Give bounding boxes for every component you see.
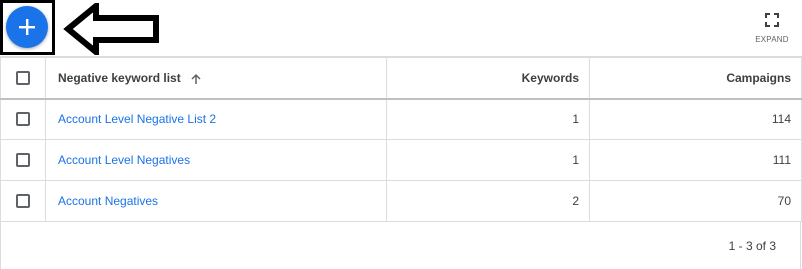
row-checkbox[interactable] [16, 194, 30, 208]
campaigns-count: 111 [589, 139, 802, 181]
table-row: Account Level Negatives 1 111 [0, 139, 802, 181]
list-name-link[interactable]: Account Level Negatives [58, 153, 190, 167]
negative-keyword-table: Negative keyword list Keywords Campaigns… [0, 57, 802, 222]
list-name-cell: Account Level Negative List 2 [45, 98, 387, 140]
column-header-campaigns[interactable]: Campaigns [589, 57, 802, 100]
add-button[interactable] [6, 6, 48, 48]
column-header-campaigns-label: Campaigns [726, 70, 791, 85]
table-toolbar: EXPAND [0, 0, 802, 57]
campaigns-count: 114 [589, 98, 802, 140]
column-header-keywords-label: Keywords [521, 70, 579, 85]
row-checkbox[interactable] [16, 153, 30, 167]
pagination-summary: 1 - 3 of 3 [728, 239, 776, 253]
expand-button[interactable]: EXPAND [752, 10, 792, 50]
annotation-highlight-box [0, 0, 55, 55]
arrow-up-icon [191, 73, 201, 84]
campaigns-count: 70 [589, 180, 802, 222]
table-footer: 1 - 3 of 3 [0, 222, 801, 269]
row-checkbox-cell [0, 98, 46, 140]
column-header-name-label: Negative keyword list [58, 70, 181, 85]
table-row: Account Level Negative List 2 1 114 [0, 98, 802, 140]
keywords-count: 1 [386, 139, 590, 181]
list-name-link[interactable]: Account Negatives [58, 194, 158, 208]
list-name-cell: Account Negatives [45, 180, 387, 222]
select-all-checkbox[interactable] [16, 70, 30, 85]
keywords-count: 2 [386, 180, 590, 222]
row-checkbox-cell [0, 180, 46, 222]
list-name-link[interactable]: Account Level Negative List 2 [58, 112, 216, 126]
arrow-left-icon [63, 3, 159, 55]
column-header-keywords[interactable]: Keywords [386, 57, 590, 100]
expand-label: EXPAND [755, 35, 789, 44]
table-header-row: Negative keyword list Keywords Campaigns [0, 57, 802, 100]
column-header-name[interactable]: Negative keyword list [45, 57, 387, 100]
keywords-count: 1 [386, 98, 590, 140]
plus-icon [19, 19, 35, 35]
row-checkbox-cell [0, 139, 46, 181]
fullscreen-icon [765, 13, 779, 27]
table-row: Account Negatives 2 70 [0, 180, 802, 222]
row-checkbox[interactable] [16, 112, 30, 127]
select-all-cell [0, 57, 46, 100]
list-name-cell: Account Level Negatives [45, 139, 387, 181]
